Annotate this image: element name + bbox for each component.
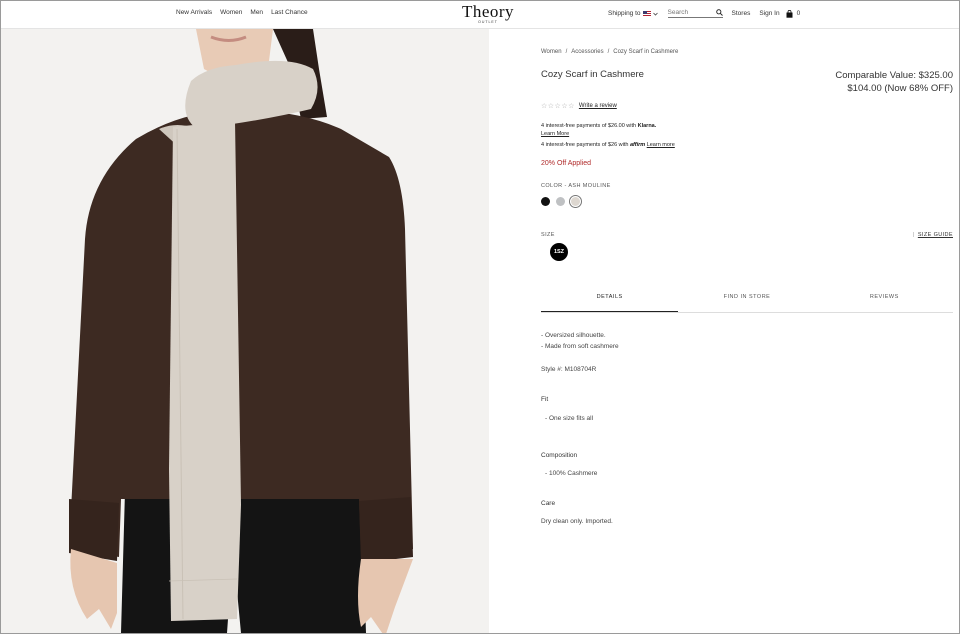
size-guide: | SIZE GUIDE (913, 232, 953, 238)
logo-wordmark: Theory (461, 2, 515, 21)
site-header: New Arrivals Women Men Last Chance Theor… (1, 1, 959, 29)
swatch-grey[interactable] (556, 197, 565, 206)
shopping-bag-icon (786, 9, 793, 18)
color-swatches (541, 195, 582, 208)
nav-last-chance[interactable]: Last Chance (271, 9, 308, 16)
detail-bullet: - Oversized silhouette. (541, 332, 606, 339)
fit-heading: Fit (541, 396, 549, 403)
model-photo (1, 29, 489, 633)
composition-heading: Composition (541, 452, 578, 459)
care-value: Dry clean only. Imported. (541, 518, 613, 525)
nav-men[interactable]: Men (250, 9, 263, 16)
shipping-label: Shipping to (608, 10, 641, 17)
stores-link[interactable]: Stores (732, 10, 751, 17)
breadcrumb-separator: / (607, 49, 610, 55)
breadcrumb: Women / Accessories / Cozy Scarf in Cash… (541, 49, 678, 55)
product-tabs: DETAILS FIND IN STORE REVIEWS (541, 288, 953, 313)
affirm-logo: affirm (629, 142, 646, 148)
product-image[interactable] (1, 29, 489, 633)
klarna-learn-more-link[interactable]: Learn More (541, 130, 656, 138)
fit-value: - One size fits all (545, 415, 594, 422)
bag-count: 0 (796, 10, 801, 17)
write-review-link[interactable]: Write a review (579, 103, 617, 109)
main-nav: New Arrivals Women Men Last Chance (176, 9, 308, 16)
breadcrumb-separator: / (565, 49, 568, 55)
breadcrumb-current[interactable]: Cozy Scarf in Cashmere (613, 49, 678, 55)
tab-reviews[interactable]: REVIEWS (816, 288, 953, 312)
size-label: SIZE (541, 232, 555, 238)
header-utilities: Shipping to Stores Sign In 0 (608, 9, 800, 18)
klarna-text: 4 interest-free payments of $26.00 with (541, 123, 637, 129)
affirm-learn-more-link[interactable]: Learn more (647, 142, 675, 148)
size-option-1sz[interactable]: 1SZ (550, 243, 568, 261)
brand-logo[interactable]: Theory OUTLET (456, 2, 520, 24)
color-label: COLOR - ASH MOULINE (541, 183, 611, 189)
klarna-payment-info: 4 interest-free payments of $26.00 with … (541, 122, 656, 138)
shopping-bag[interactable]: 0 (786, 9, 801, 18)
discount-applied: 20% Off Applied (541, 160, 592, 167)
detail-bullet: - Made from soft cashmere (541, 343, 619, 350)
nav-women[interactable]: Women (220, 9, 242, 16)
chevron-down-icon (652, 12, 658, 16)
tab-find-in-store[interactable]: FIND IN STORE (678, 288, 815, 312)
tab-details[interactable]: DETAILS (541, 288, 679, 312)
nav-new-arrivals[interactable]: New Arrivals (176, 9, 212, 16)
care-heading: Care (541, 500, 556, 507)
breadcrumb-women[interactable]: Women (541, 49, 562, 55)
search-input[interactable] (667, 9, 708, 16)
composition-value: - 100% Cashmere (545, 470, 598, 477)
search-box (667, 9, 723, 18)
us-flag-icon (642, 11, 651, 16)
affirm-payment-info: 4 interest-free payments of $26 with aff… (541, 142, 675, 148)
breadcrumb-accessories[interactable]: Accessories (571, 49, 603, 55)
price-block: Comparable Value: $325.00 $104.00 (Now 6… (835, 69, 953, 95)
shipping-selector[interactable]: Shipping to (608, 10, 658, 17)
style-number: Style #: M108704R (541, 366, 597, 373)
rating-row: ☆☆☆☆☆ Write a review (541, 102, 617, 110)
swatch-ash-mouline[interactable] (569, 195, 582, 208)
sign-in-link[interactable]: Sign In (759, 10, 779, 17)
klarna-logo: Klarna. (637, 123, 657, 129)
size-guide-link[interactable]: SIZE GUIDE (918, 232, 953, 238)
sale-price: $104.00 (Now 68% OFF) (847, 83, 953, 94)
swatch-black[interactable] (541, 197, 550, 206)
search-icon[interactable] (715, 9, 723, 16)
size-guide-separator: | (912, 232, 915, 238)
product-title: Cozy Scarf in Cashmere (541, 69, 644, 80)
star-rating-icon: ☆☆☆☆☆ (541, 103, 575, 110)
comparable-value: Comparable Value: $325.00 (835, 70, 953, 81)
affirm-text: 4 interest-free payments of $26 with (541, 142, 629, 148)
